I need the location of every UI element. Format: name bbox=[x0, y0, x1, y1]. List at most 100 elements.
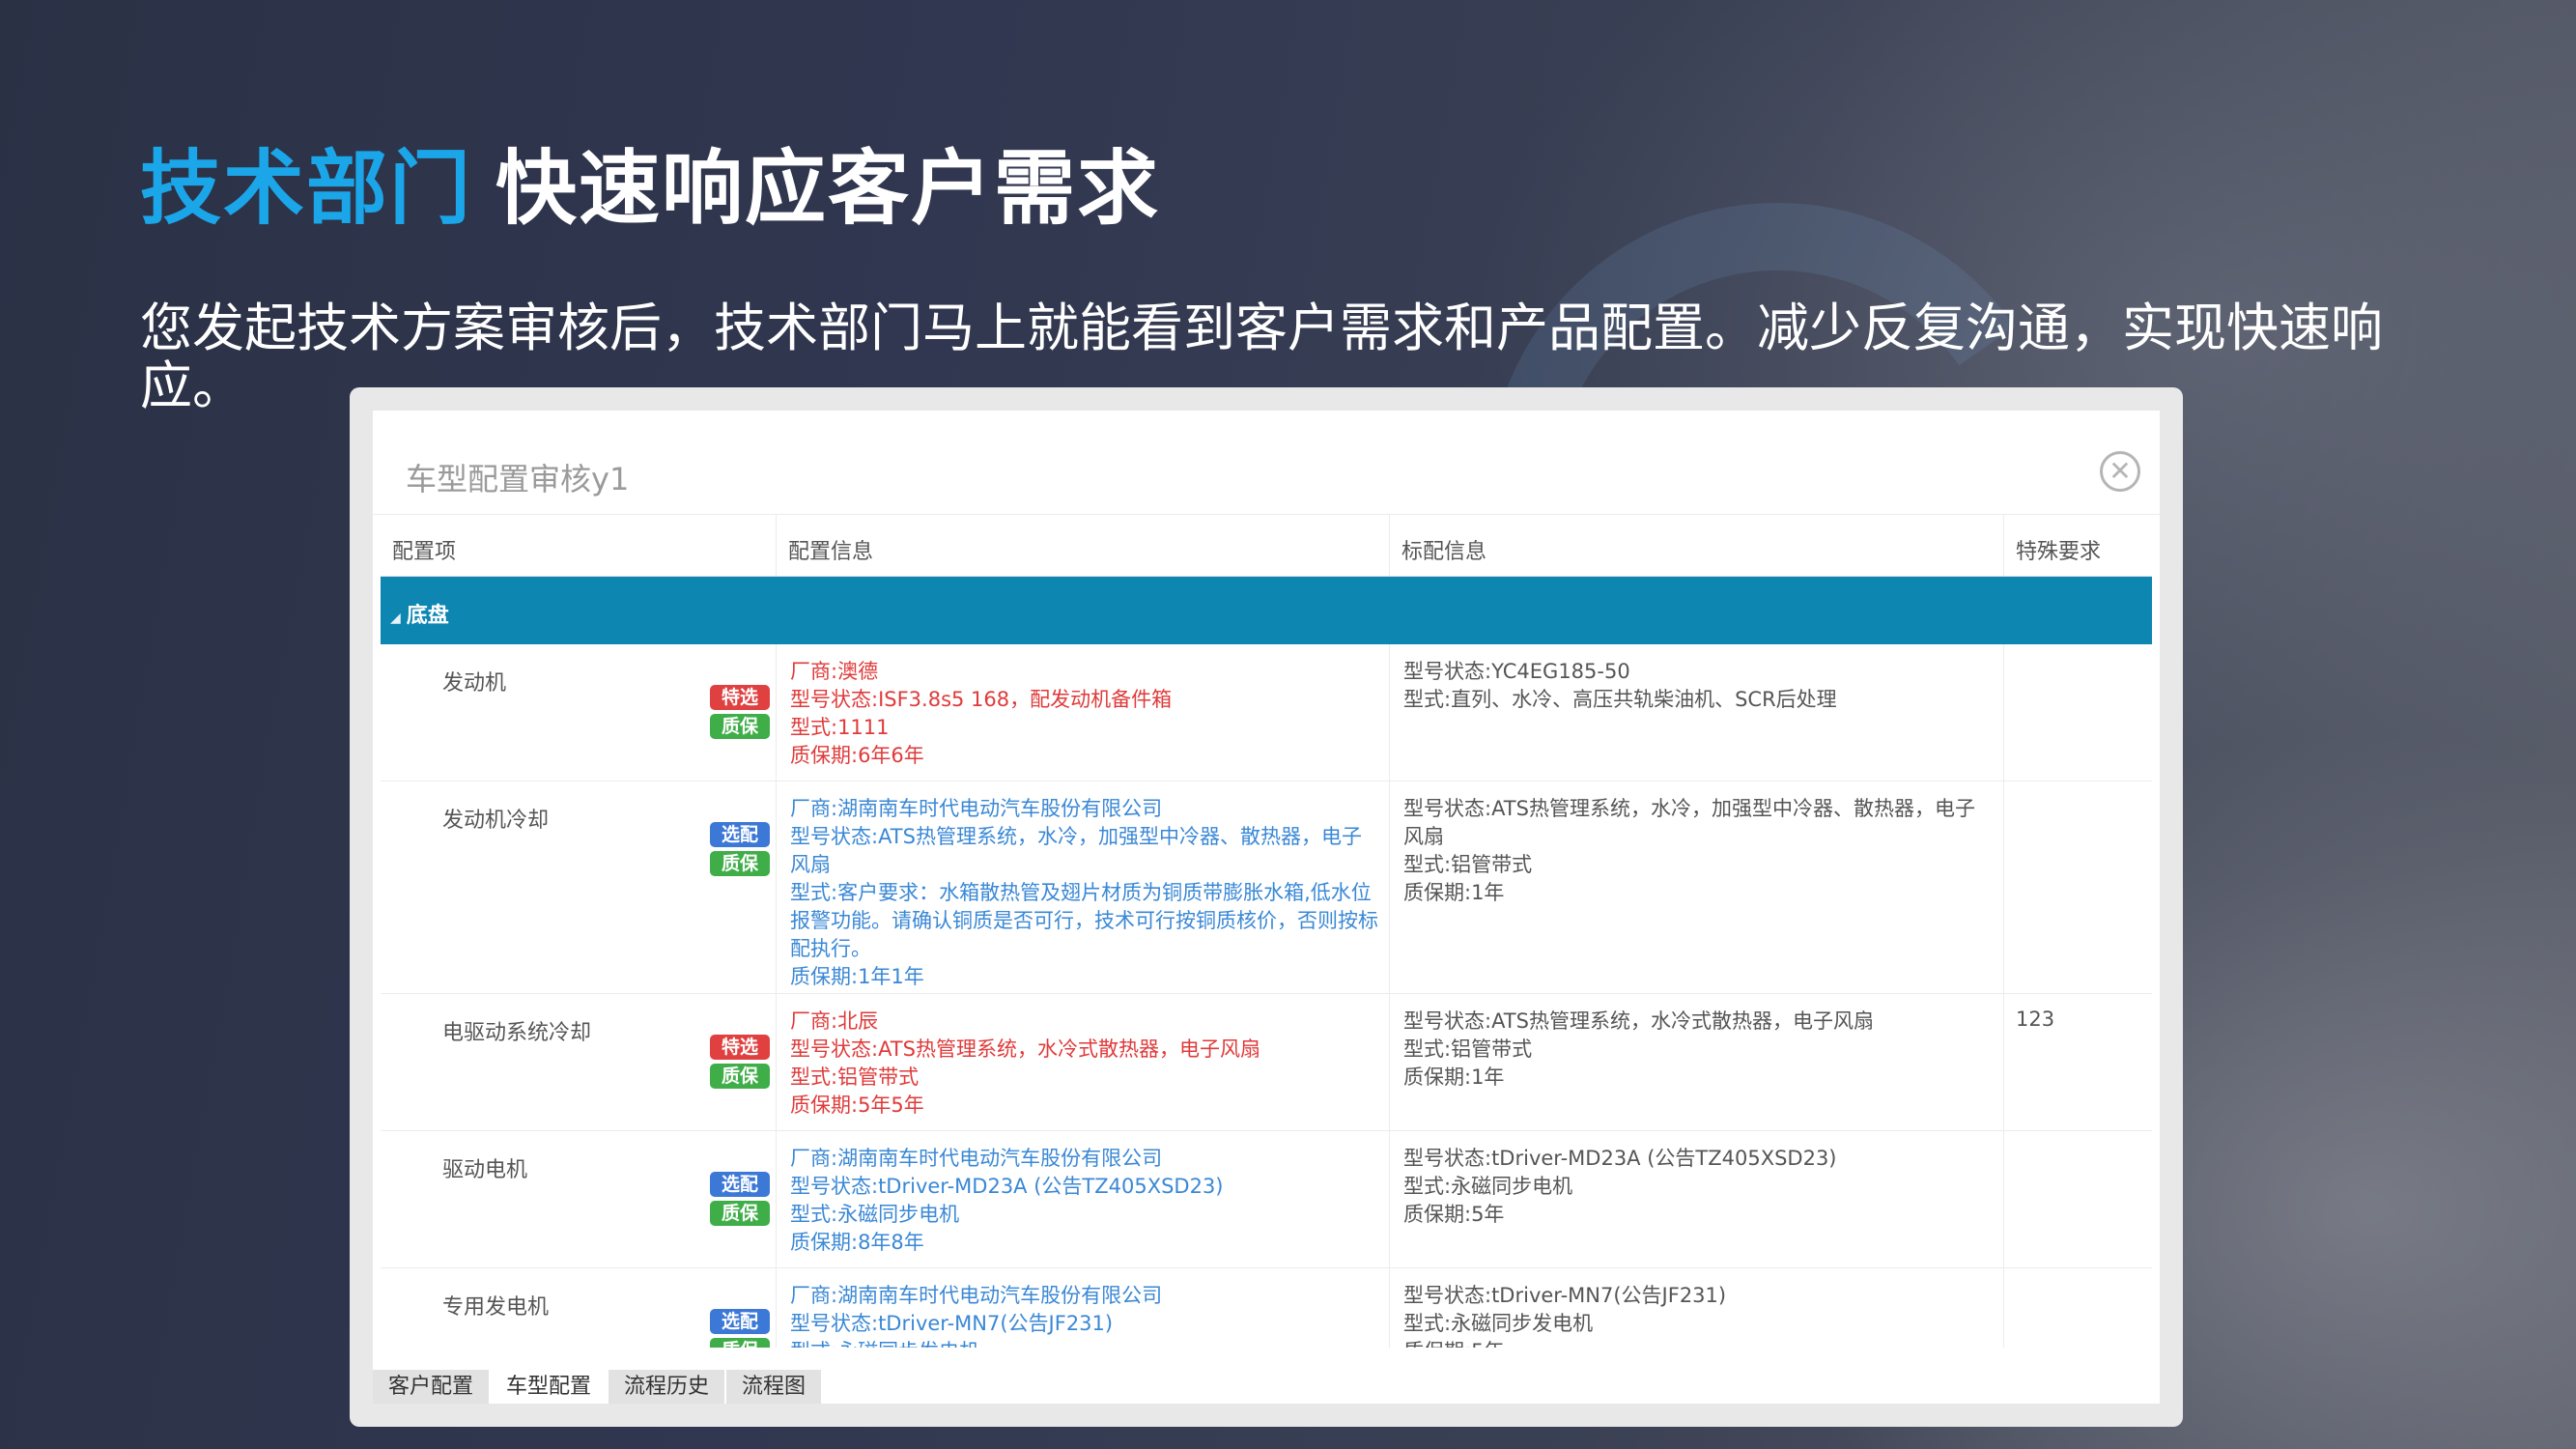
status-badge: 特选 bbox=[710, 1035, 770, 1060]
standard-line: 型式:永磁同步发电机 bbox=[1403, 1312, 1594, 1335]
tab-customer-config[interactable]: 客户配置 bbox=[373, 1370, 490, 1404]
cell-item: 发动机冷却选配质保 bbox=[381, 781, 777, 993]
table-row[interactable]: 发动机 特选 质保 厂商:澳德 型号状态:ISF3.8s5 168，配发动机备件箱 型式:… bbox=[381, 644, 2152, 781]
table-row[interactable]: 电驱动系统冷却 特选 质保 厂商:北辰 型号状态:ATS热管理系统，水冷式散热器，电子风… bbox=[381, 994, 2152, 1131]
cell-special-requirement bbox=[2004, 1131, 2152, 1267]
standard-line: 型号状态:tDriver-MN7(公告JF231) bbox=[1403, 1284, 1727, 1307]
tag-group: 选配质保 bbox=[710, 1172, 774, 1230]
table-row[interactable]: 驱动电机 选配 质保 厂商:湖南南车时代电动汽车股份有限公司 型号状态:tDriver-… bbox=[381, 1131, 2152, 1268]
cell-config-info: 厂商:湖南南车时代电动汽车股份有限公司型号状态:tDriver-MD23A (公… bbox=[777, 1131, 1390, 1267]
screenshot-frame: 车型配置审核y1 ✕ 配置项 配置信息 标配信息 特殊要求 ◢ 底盘 发动机 特选质… bbox=[350, 387, 2183, 1427]
grid-body: 发动机 特选 质保 厂商:澳德 型号状态:ISF3.8s5 168，配发动机备件箱 型式:… bbox=[381, 644, 2152, 1348]
dialog-title: 车型配置审核y1 bbox=[406, 461, 630, 497]
status-badge: 质保 bbox=[710, 1064, 770, 1089]
config-review-dialog: 车型配置审核y1 ✕ 配置项 配置信息 标配信息 特殊要求 ◢ 底盘 发动机 特选质… bbox=[373, 411, 2160, 1404]
close-icon[interactable]: ✕ bbox=[2100, 451, 2140, 492]
cell-standard-info: 型号状态:YC4EG185-50 型式:直列、水冷、高压共轨柴油机、SCR后处理 bbox=[1390, 644, 2004, 781]
standard-line: 型式:直列、水冷、高压共轨柴油机、SCR后处理 bbox=[1403, 688, 1837, 711]
table-row[interactable]: 专用发电机选配质保厂商:湖南南车时代电动汽车股份有限公司型号状态:tDriver… bbox=[381, 1268, 2152, 1348]
column-header-standard[interactable]: 标配信息 bbox=[1390, 515, 2004, 576]
status-badge: 选配 bbox=[710, 1172, 770, 1197]
standard-line: 型号状态:tDriver-MD23A (公告TZ405XSD23) bbox=[1403, 1147, 1837, 1170]
config-line: 质保期:8年8年 bbox=[790, 1231, 924, 1254]
standard-line: 质保期:1年 bbox=[1403, 1065, 1505, 1089]
status-badge: 选配 bbox=[710, 1309, 770, 1334]
headline-main: 快速响应客户需求 bbox=[495, 141, 1161, 236]
status-badge: 选配 bbox=[710, 822, 770, 847]
column-header-special[interactable]: 特殊要求 bbox=[2004, 515, 2152, 576]
standard-line: 型号状态:YC4EG185-50 bbox=[1403, 660, 1630, 683]
cell-item: 发动机特选质保 bbox=[381, 644, 777, 781]
standard-line: 质保期:5年 bbox=[1403, 1338, 1994, 1348]
cell-config-info: 厂商:湖南南车时代电动汽车股份有限公司型号状态:ATS热管理系统，水冷，加强型中… bbox=[777, 781, 1390, 993]
tab-vehicle-config[interactable]: 车型配置 bbox=[491, 1370, 608, 1404]
standard-line: 型号状态:ATS热管理系统，水冷，加强型中冷器、散热器，电子风扇 bbox=[1403, 797, 1975, 848]
cell-item: 专用发电机选配质保 bbox=[381, 1268, 777, 1348]
cell-special-requirement bbox=[2004, 781, 2152, 993]
cell-item: 驱动电机选配质保 bbox=[381, 1131, 777, 1267]
cell-special-requirement bbox=[2004, 644, 2152, 781]
config-line: 质保期:1年1年 bbox=[790, 965, 924, 988]
cell-config-info: 厂商:北辰型号状态:ATS热管理系统，水冷式散热器，电子风扇 型式:铝管带式 质保期… bbox=[777, 994, 1390, 1130]
config-line: 型式:客户要求：水箱散热管及翅片材质为铜质带膨胀水箱,低水位报警功能。请确认铜质… bbox=[790, 881, 1378, 960]
status-badge: 质保 bbox=[710, 851, 770, 876]
group-label: 底盘 bbox=[406, 604, 449, 628]
status-badge: 质保 bbox=[710, 714, 770, 739]
item-name: 专用发电机 bbox=[442, 1295, 550, 1320]
tag-group: 选配质保 bbox=[710, 822, 774, 880]
group-row-chassis[interactable]: ◢ 底盘 bbox=[381, 577, 2152, 644]
config-line: 型式:永磁同步电机 bbox=[790, 1203, 960, 1226]
config-grid: 配置项 配置信息 标配信息 特殊要求 ◢ 底盘 发动机 特选 质保 厂商:澳德 型号状态:… bbox=[381, 515, 2152, 1348]
config-line: 型号状态:tDriver-MD23A (公告TZ405XSD23) bbox=[790, 1175, 1224, 1198]
expand-triangle-icon[interactable]: ◢ bbox=[390, 611, 401, 626]
config-line: 型号状态:tDriver-MN7(公告JF231) bbox=[790, 1312, 1114, 1335]
cell-special-requirement: 123 bbox=[2016, 1008, 2055, 1031]
cell-config-info: 厂商:湖南南车时代电动汽车股份有限公司 型号状态:tDriver-MN7(公告JF… bbox=[777, 1268, 1390, 1348]
cell-standard-info: 型号状态:tDriver-MN7(公告JF231) 型式:永磁同步发电机质保期:5… bbox=[1390, 1268, 2004, 1348]
status-badge: 质保 bbox=[710, 1201, 770, 1226]
status-badge: 质保 bbox=[710, 1338, 770, 1348]
tab-flowchart[interactable]: 流程图 bbox=[726, 1370, 822, 1404]
cell-standard-info: 型号状态:tDriver-MD23A (公告TZ405XSD23) 型式:永磁同步… bbox=[1390, 1131, 2004, 1267]
config-line: 型式:1111 bbox=[790, 716, 890, 739]
standard-line: 质保期:5年 bbox=[1403, 1203, 1505, 1226]
config-line: 型号状态:ATS热管理系统，水冷式散热器，电子风扇 bbox=[790, 1037, 1260, 1061]
standard-line: 型式:铝管带式 bbox=[1403, 853, 1533, 876]
config-line: 厂商:湖南南车时代电动汽车股份有限公司 bbox=[790, 797, 1163, 820]
item-name: 发动机冷却 bbox=[442, 809, 550, 833]
cell-item: 电驱动系统冷却特选质保 bbox=[381, 994, 777, 1130]
config-line: 厂商:湖南南车时代电动汽车股份有限公司 bbox=[790, 1284, 1163, 1307]
bottom-tabbar: 客户配置 车型配置 流程历史 流程图 bbox=[373, 1370, 823, 1404]
grid-header: 配置项 配置信息 标配信息 特殊要求 bbox=[381, 515, 2152, 577]
column-header-config[interactable]: 配置信息 bbox=[777, 515, 1390, 576]
cell-config-info: 厂商:澳德型号状态:ISF3.8s5 168，配发动机备件箱 型式:1111 质保期… bbox=[777, 644, 1390, 781]
standard-line: 质保期:1年 bbox=[1403, 881, 1505, 904]
config-line: 型式:铝管带式 bbox=[790, 1065, 920, 1089]
config-line: 厂商:澳德 bbox=[790, 660, 879, 683]
standard-line: 型式:永磁同步电机 bbox=[1403, 1175, 1573, 1198]
config-line: 厂商:北辰 bbox=[790, 1009, 879, 1033]
config-line: 厂商:湖南南车时代电动汽车股份有限公司 bbox=[790, 1147, 1163, 1170]
column-header-item[interactable]: 配置项 bbox=[381, 515, 777, 576]
tab-process-history[interactable]: 流程历史 bbox=[609, 1370, 725, 1404]
item-name: 电驱动系统冷却 bbox=[442, 1021, 592, 1045]
headline-accent: 技术部门 bbox=[140, 141, 473, 236]
slide-headline: 技术部门 快速响应客户需求 bbox=[140, 124, 1160, 241]
tag-group: 选配质保 bbox=[710, 1309, 774, 1348]
status-badge: 特选 bbox=[710, 685, 770, 710]
config-line: 型式:永磁同步发电机 bbox=[790, 1338, 1379, 1348]
cell-special-requirement bbox=[2004, 1268, 2152, 1348]
config-line: 质保期:5年5年 bbox=[790, 1094, 924, 1117]
config-line: 质保期:6年6年 bbox=[790, 744, 924, 767]
cell-standard-info: 型号状态:ATS热管理系统，水冷式散热器，电子风扇 型式:铝管带式 质保期:1年 bbox=[1390, 994, 2004, 1130]
tag-group: 特选 质保 bbox=[710, 685, 774, 743]
table-row[interactable]: 发动机冷却 选配 质保 厂商:湖南南车时代电动汽车股份有限公司 型号状态:ATS热管理系… bbox=[381, 781, 2152, 994]
item-name: 发动机 bbox=[442, 671, 507, 696]
config-line: 型号状态:ATS热管理系统，水冷，加强型中冷器、散热器，电子风扇 bbox=[790, 825, 1362, 876]
cell-standard-info: 型号状态:ATS热管理系统，水冷，加强型中冷器、散热器，电子风扇型式:铝管带式质… bbox=[1390, 781, 2004, 993]
item-name: 驱动电机 bbox=[442, 1158, 528, 1182]
tag-group: 特选 质保 bbox=[710, 1035, 774, 1093]
config-line: 型号状态:ISF3.8s5 168，配发动机备件箱 bbox=[790, 688, 1173, 711]
standard-line: 型式:铝管带式 bbox=[1403, 1037, 1533, 1061]
standard-line: 型号状态:ATS热管理系统，水冷式散热器，电子风扇 bbox=[1403, 1009, 1874, 1033]
